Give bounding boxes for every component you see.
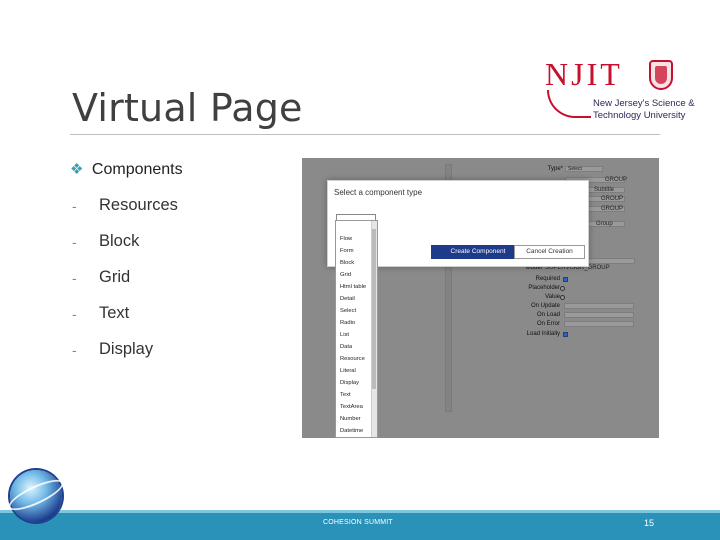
bg-fragment: GROUP	[601, 206, 624, 212]
type-select-value: Select	[568, 166, 582, 172]
field-label: Required	[535, 276, 560, 282]
on-error-field	[564, 321, 634, 327]
bg-fragment: Group	[596, 221, 613, 227]
slide: Virtual Page NJIT New Jersey's Science &…	[0, 0, 720, 540]
page-number: 15	[644, 518, 655, 528]
dropdown-scroll-thumb[interactable]	[372, 229, 376, 389]
list-item: - Display	[72, 340, 178, 376]
field-label: Value	[545, 294, 560, 300]
field-label: Placeholder	[528, 285, 560, 291]
field-label: Load Initially	[526, 331, 560, 337]
slide-title: Virtual Page	[72, 86, 303, 130]
bg-fragment: GROUP	[605, 177, 628, 183]
diamond-bullet-icon: ❖	[70, 161, 84, 178]
dash-bullet-icon: -	[72, 342, 77, 358]
dash-bullet-icon: -	[72, 306, 77, 322]
value-radio	[560, 295, 565, 300]
dash-bullet-icon: -	[72, 270, 77, 286]
embedded-screenshot: Type* Select GROUP Subtitle GROUP GROUP …	[302, 158, 659, 438]
list-item: - Resources	[72, 196, 178, 232]
placeholder-radio	[560, 286, 565, 291]
cancel-creation-button[interactable]: Cancel Creation	[514, 245, 585, 259]
bg-fragment: GROUP	[601, 196, 624, 202]
njit-logo-letters: NJIT	[545, 56, 623, 92]
load-initially-checkbox	[563, 332, 568, 337]
dialog-title: Select a component type	[334, 188, 423, 197]
list-item: - Block	[72, 232, 178, 268]
on-load-field	[564, 312, 634, 318]
required-checkbox	[563, 277, 568, 282]
components-heading: ❖ Components	[70, 160, 183, 179]
footer-text: COHESION SUMMIT	[323, 519, 393, 526]
create-component-button[interactable]: Create Component	[431, 245, 525, 259]
dash-bullet-icon: -	[72, 198, 77, 214]
dash-bullet-icon: -	[72, 234, 77, 250]
njit-logo: NJIT New Jersey's Science & Technology U…	[545, 56, 695, 126]
field-label: On Load	[536, 312, 560, 318]
title-divider	[70, 134, 660, 135]
list-item-label: Display	[99, 340, 154, 358]
components-heading-label: Components	[91, 161, 183, 178]
swoosh-icon	[547, 90, 591, 118]
list-item: - Grid	[72, 268, 178, 304]
logo-tagline-line1: New Jersey's Science &	[593, 98, 695, 109]
field-label: On Update	[530, 303, 560, 309]
on-update-field	[564, 303, 634, 309]
list-item-label: Text	[99, 304, 130, 322]
list-item-label: Grid	[99, 268, 131, 286]
footer-bar	[0, 513, 720, 540]
dropdown-scrollbar[interactable]	[371, 221, 377, 437]
bg-fragment: Subtitle	[594, 187, 615, 193]
list-item-label: Block	[99, 232, 140, 250]
field-label: On Error	[536, 321, 560, 327]
component-type-dropdown[interactable]: Flow Form Block Grid Html table Detail S…	[335, 220, 378, 438]
list-item-label: Resources	[99, 196, 178, 214]
logo-tagline-line2: Technology University	[593, 110, 686, 121]
globe-ring	[5, 474, 67, 516]
field-label: Type*	[547, 166, 563, 172]
shield-icon	[649, 60, 673, 90]
globe-logo-icon	[5, 470, 67, 522]
list-item: - Text	[72, 304, 178, 340]
component-list: - Resources - Block - Grid - Text - Display	[72, 196, 178, 376]
